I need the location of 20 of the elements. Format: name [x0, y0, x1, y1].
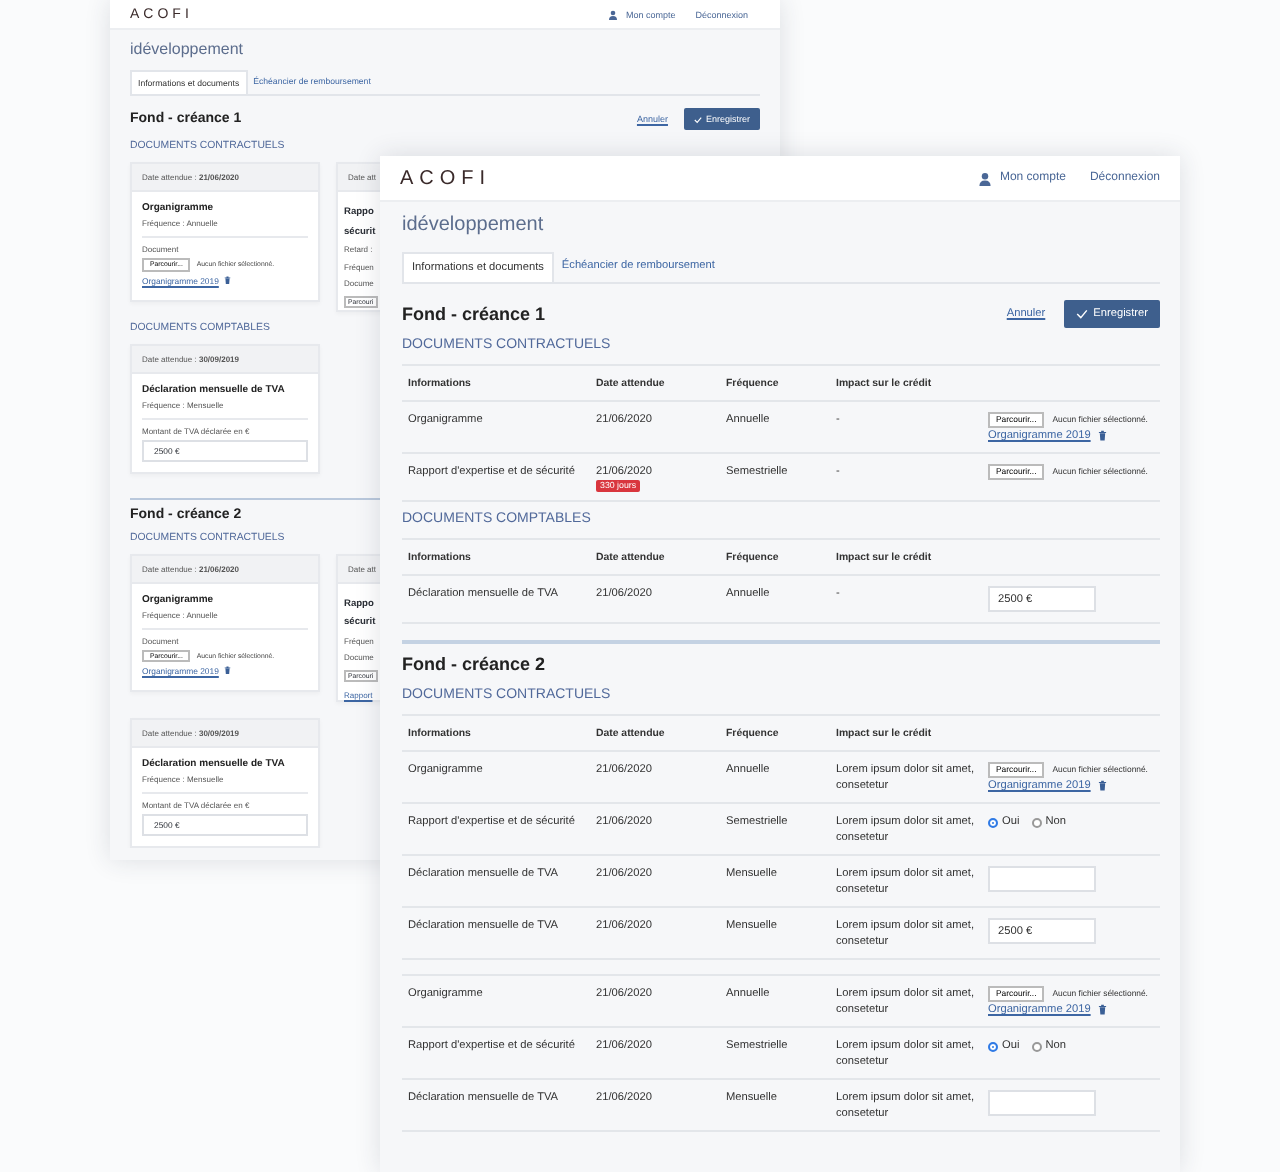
- page-title: idéveloppement: [130, 40, 245, 58]
- user-icon: [977, 171, 992, 185]
- trash-icon[interactable]: [224, 666, 232, 676]
- trash-icon[interactable]: [1098, 430, 1108, 442]
- amount-field[interactable]: [988, 1090, 1096, 1116]
- radio-button[interactable]: [1031, 817, 1042, 827]
- logo: ACOFI: [400, 167, 492, 189]
- radio-button[interactable]: [1031, 1041, 1042, 1051]
- check-icon: [693, 115, 702, 123]
- trash-icon[interactable]: [1098, 1004, 1108, 1016]
- section-heading: Fond - créance 2: [402, 654, 546, 674]
- amount-field[interactable]: [988, 866, 1096, 892]
- radio-button[interactable]: [988, 817, 998, 827]
- trash-icon[interactable]: [224, 275, 232, 285]
- check-icon: [1075, 308, 1088, 320]
- section-heading: Fond - créance 1: [402, 304, 546, 324]
- trash-icon[interactable]: [1098, 780, 1108, 792]
- radio-button[interactable]: [988, 1041, 998, 1051]
- page-title: idéveloppement: [402, 214, 546, 236]
- user-icon: [607, 9, 618, 19]
